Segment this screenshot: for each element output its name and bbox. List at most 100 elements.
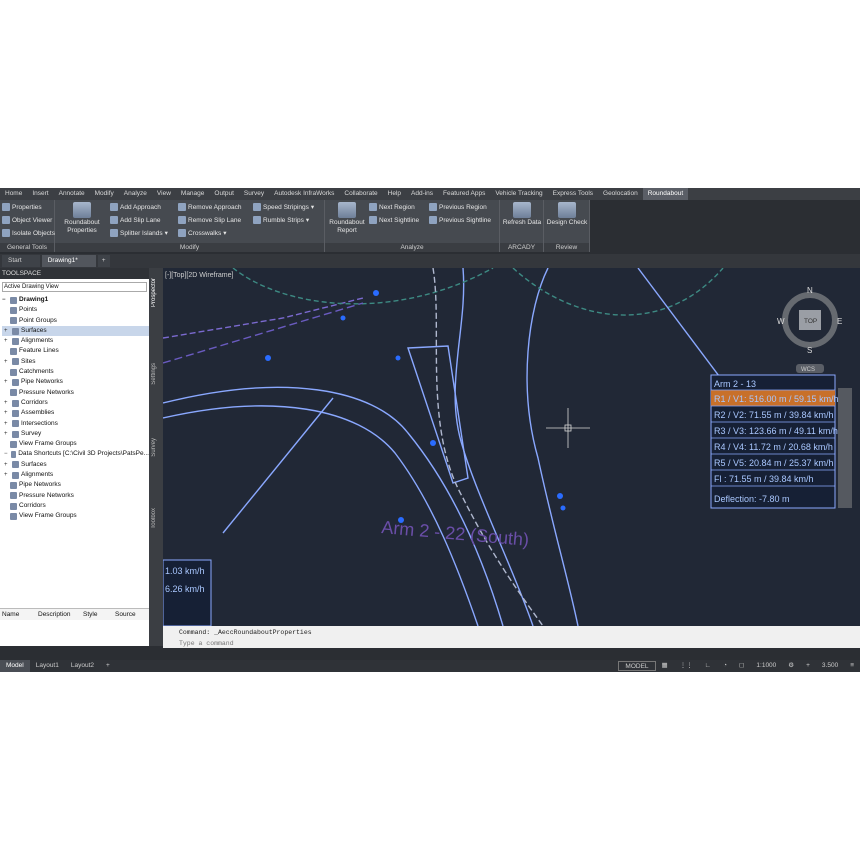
side-tab-prospector[interactable]: Prospector	[151, 278, 157, 307]
polar-icon[interactable]: ◔	[717, 660, 733, 672]
next-sightline-button[interactable]: Next Sightline	[369, 216, 419, 224]
tree-item[interactable]: + Surfaces	[2, 460, 149, 470]
viewcube-e[interactable]: E	[837, 317, 842, 326]
add-slip-lane-button[interactable]: Add Slip Lane	[110, 216, 160, 224]
previous-sightline-button[interactable]: Previous Sightline	[429, 216, 491, 224]
drawing-viewport[interactable]: Arm 2 - 22 (South) Arm 2 - 13 R1 / V1: 5…	[163, 268, 860, 626]
tab-manage[interactable]: Manage	[176, 188, 210, 200]
speed-stripings-button[interactable]: Speed Stripings ▾	[253, 203, 314, 211]
ortho-icon[interactable]: ∟	[699, 660, 717, 672]
tree-item[interactable]: + Corridors	[2, 398, 149, 408]
properties-icon	[2, 203, 10, 211]
layout-tab-layout1[interactable]: Layout1	[30, 660, 65, 672]
model-space-toggle[interactable]: MODEL	[618, 661, 656, 671]
doc-tab-drawing1[interactable]: Drawing1*	[41, 255, 96, 267]
menu-icon[interactable]: ≡	[844, 660, 860, 672]
command-input[interactable]	[179, 639, 819, 648]
remove-slip-lane-button[interactable]: Remove Slip Lane	[178, 216, 241, 224]
tree-item[interactable]: Pipe Networks	[2, 480, 149, 490]
viewcube-w[interactable]: W	[777, 317, 785, 326]
tab-annotate[interactable]: Annotate	[54, 188, 90, 200]
tree-item[interactable]: Corridors	[2, 501, 149, 511]
splitter-islands-button[interactable]: Splitter Islands ▾	[110, 229, 168, 237]
tree-item[interactable]: + Alignments	[2, 336, 149, 346]
tree-item[interactable]: + Pipe Networks	[2, 377, 149, 387]
tree-item[interactable]: − Data Shortcuts [C:\Civil 3D Projects\Pa…	[2, 449, 149, 459]
tab-roundabout[interactable]: Roundabout	[642, 188, 689, 200]
tab-express-tools[interactable]: Express Tools	[548, 188, 598, 200]
column-style[interactable]: Style	[83, 609, 115, 620]
tab-geolocation[interactable]: Geolocation	[598, 188, 643, 200]
viewcube-n[interactable]: N	[807, 286, 813, 295]
refresh-data-button[interactable]: Refresh Data	[500, 202, 544, 227]
tab-vehicle-tracking[interactable]: Vehicle Tracking	[490, 188, 547, 200]
control-points	[265, 290, 566, 523]
gear-icon[interactable]: ⚙	[782, 660, 800, 672]
tab-output[interactable]: Output	[209, 188, 239, 200]
tab-modify[interactable]: Modify	[90, 188, 119, 200]
design-check-button[interactable]: Design Check	[544, 202, 590, 227]
tree-item[interactable]: Pressure Networks	[2, 388, 149, 398]
previous-region-button[interactable]: Previous Region	[429, 203, 487, 211]
tree-item[interactable]: + Intersections	[2, 419, 149, 429]
column-description[interactable]: Description	[38, 609, 83, 620]
snap-icon[interactable]: ⋮⋮	[674, 660, 699, 672]
annotation-scale[interactable]: 1:1000	[750, 660, 782, 672]
roundabout-properties-button[interactable]: Roundabout Properties	[59, 202, 105, 235]
rumble-strips-button[interactable]: Rumble Strips ▾	[253, 216, 309, 224]
column-name[interactable]: Name	[0, 609, 38, 620]
tree-item[interactable]: + Alignments	[2, 470, 149, 480]
panel-label[interactable]: General Tools	[0, 243, 54, 252]
next-region-button[interactable]: Next Region	[369, 203, 415, 211]
side-tab-survey[interactable]: Survey	[151, 438, 157, 457]
tree-item[interactable]: + Surfaces	[2, 325, 149, 337]
tab-insert[interactable]: Insert	[27, 188, 53, 200]
tab-collaborate[interactable]: Collaborate	[339, 188, 382, 200]
roundabout-report-button[interactable]: Roundabout Report	[327, 202, 367, 235]
tab-infraworks[interactable]: Autodesk InfraWorks	[269, 188, 339, 200]
add-approach-button[interactable]: Add Approach	[110, 203, 161, 211]
tree-item[interactable]: View Frame Groups	[2, 511, 149, 521]
tree-item[interactable]: + Sites	[2, 357, 149, 367]
object-viewer-button[interactable]: Object Viewer	[2, 216, 52, 224]
tree-item[interactable]: Points	[2, 305, 149, 315]
tree-item[interactable]: Pressure Networks	[2, 491, 149, 501]
side-tab-settings[interactable]: Settings	[151, 363, 157, 385]
viewcube-top[interactable]: TOP	[804, 318, 817, 325]
tree-item[interactable]: + Assemblies	[2, 408, 149, 418]
navigation-bar[interactable]	[838, 388, 852, 508]
column-source[interactable]: Source	[115, 609, 145, 620]
tree-item[interactable]: View Frame Groups	[2, 439, 149, 449]
viewcube-s[interactable]: S	[807, 346, 812, 355]
view-selector[interactable]: Active Drawing View	[2, 282, 147, 292]
tree-item[interactable]: + Survey	[2, 429, 149, 439]
tab-addins[interactable]: Add-ins	[406, 188, 438, 200]
tree-item[interactable]: Catchments	[2, 367, 149, 377]
viewport-label[interactable]: [-][Top][2D Wireframe]	[165, 272, 234, 279]
tab-featured-apps[interactable]: Featured Apps	[438, 188, 490, 200]
layout-tab-layout2[interactable]: Layout2	[65, 660, 100, 672]
tab-view[interactable]: View	[152, 188, 176, 200]
isolate-objects-button[interactable]: Isolate Objects	[2, 229, 55, 237]
intersections-icon	[12, 420, 19, 428]
viewcube[interactable]: TOP N S E W WCS	[777, 286, 842, 373]
add-layout-button[interactable]: +	[100, 660, 116, 672]
layout-tab-model[interactable]: Model	[0, 660, 30, 672]
tree-item[interactable]: Feature Lines	[2, 346, 149, 356]
new-tab-button[interactable]: +	[97, 255, 110, 267]
remove-approach-button[interactable]: Remove Approach	[178, 203, 241, 211]
tree-item[interactable]: Point Groups	[2, 316, 149, 326]
osnap-icon[interactable]: ◻	[733, 660, 750, 672]
tree-item-drawing1[interactable]: − Drawing1	[2, 295, 149, 305]
side-tab-toolbox[interactable]: Toolbox	[151, 508, 157, 529]
plus-icon[interactable]: +	[800, 660, 816, 672]
tab-analyze[interactable]: Analyze	[119, 188, 152, 200]
tab-help[interactable]: Help	[383, 188, 406, 200]
doc-tab-start[interactable]: Start	[2, 255, 40, 267]
grid-icon[interactable]: ▦	[656, 660, 674, 672]
properties-button[interactable]: Properties	[2, 203, 42, 211]
tab-survey[interactable]: Survey	[239, 188, 269, 200]
crosswalks-button[interactable]: Crosswalks ▾	[178, 229, 227, 237]
wcs-label[interactable]: WCS	[801, 367, 815, 373]
tab-home[interactable]: Home	[0, 188, 27, 200]
